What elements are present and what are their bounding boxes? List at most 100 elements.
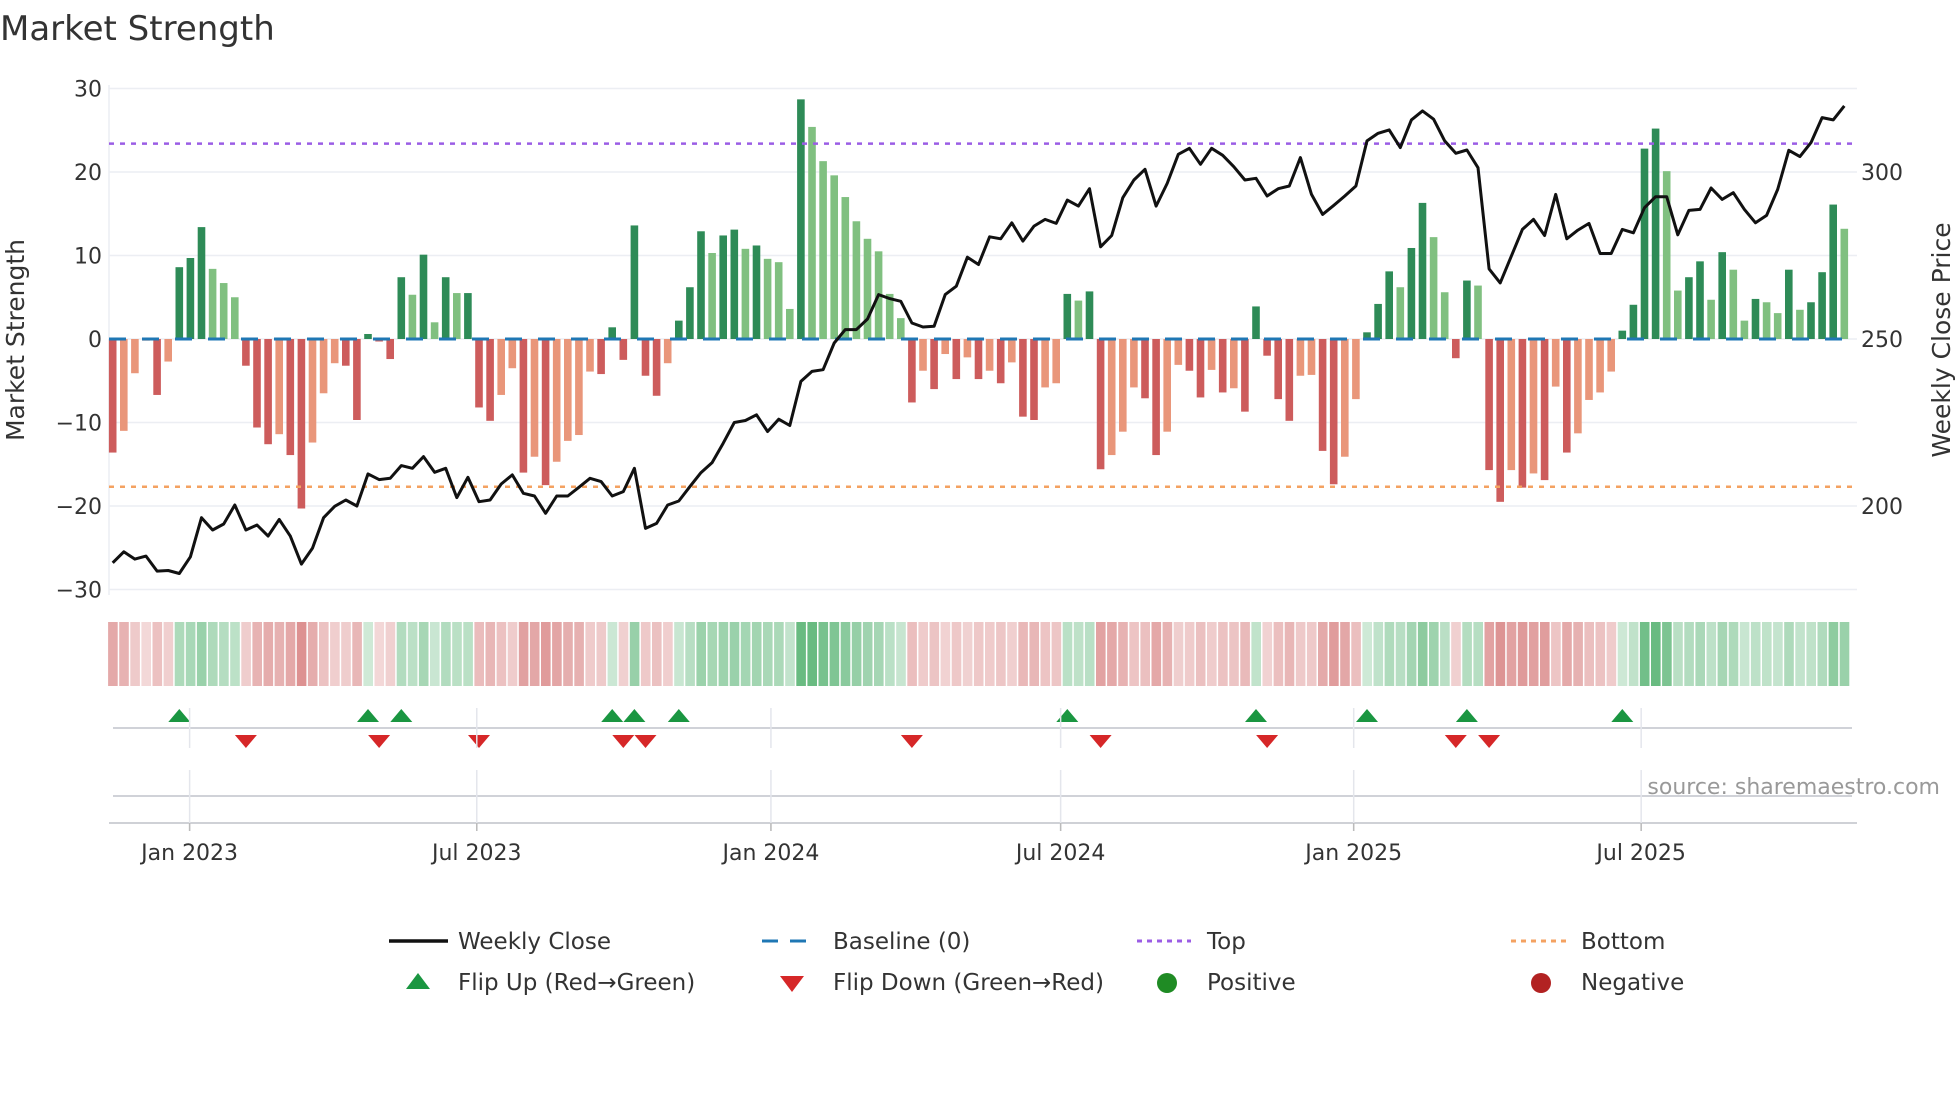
heatmap-cell [663, 622, 673, 686]
heatmap-cell [1639, 622, 1650, 686]
strength-bar [1119, 339, 1127, 432]
heatmap-cell [1306, 622, 1317, 686]
heatmap-cell [363, 622, 373, 686]
heatmap-cell [962, 622, 973, 686]
heatmap-cell [1251, 622, 1261, 686]
heatmap-cell [552, 622, 562, 686]
strength-bar [1074, 300, 1083, 339]
heatmap-cell [929, 622, 940, 686]
heatmap-cell [563, 622, 573, 686]
heatmap-cell [1406, 622, 1417, 686]
strength-bar [330, 339, 339, 364]
strength-bar [786, 308, 794, 339]
legend: Weekly Close Baseline (0) Top Bottom Fli… [389, 929, 1684, 996]
strength-bar [1241, 339, 1249, 412]
strength-bar [175, 267, 184, 339]
heatmap-cell [418, 622, 429, 686]
strength-bar [164, 339, 172, 362]
heatmap-cell [1695, 622, 1705, 686]
strength-bar [1174, 339, 1183, 365]
strength-bar [308, 339, 317, 443]
strength-bar [1141, 339, 1149, 399]
strength-bar [564, 339, 572, 441]
heatmap-cell [862, 622, 873, 686]
y2-tick-label: 200 [1861, 495, 1903, 520]
heatmap-cell [1284, 622, 1295, 686]
heatmap-cell [763, 622, 773, 686]
strength-bar [752, 245, 761, 339]
x-tick-label: Jan 2023 [139, 841, 238, 866]
flip-up-marker [667, 709, 690, 722]
heatmap-cell [785, 622, 795, 686]
strength-bar [1607, 339, 1615, 372]
strength-bar [342, 339, 350, 366]
strength-bar [1285, 339, 1294, 421]
x-tick-label: Jan 2024 [720, 841, 819, 866]
strength-bar [996, 339, 1005, 384]
heatmap-cell [1562, 622, 1572, 686]
strength-bar [1574, 339, 1582, 434]
heatmap-cell [1762, 622, 1772, 686]
strength-bar [153, 339, 161, 395]
heatmap-cell [751, 622, 762, 686]
heatmap-cell [1584, 622, 1594, 686]
heatmap-cell [430, 622, 440, 686]
strength-bar [719, 235, 727, 339]
flip-up-marker [623, 709, 646, 722]
heatmap-cell [330, 622, 340, 686]
heatmap-cell [1373, 622, 1384, 686]
strength-bar [1507, 339, 1516, 471]
y-axis-label: Market Strength [1, 239, 30, 441]
strength-bar [197, 227, 206, 339]
heatmap-cell [407, 622, 418, 686]
heatmap-cell [1517, 622, 1528, 686]
heatmap-cell [1462, 622, 1472, 686]
strength-bar [1773, 313, 1782, 339]
strength-bar [1307, 339, 1316, 375]
heatmap-cell [1806, 622, 1816, 686]
strength-bar [1829, 204, 1837, 339]
y-tick-label: 10 [74, 245, 102, 270]
heatmap-cell [1029, 622, 1039, 686]
heatmap-cell [851, 622, 862, 686]
heatmap-cell [1395, 622, 1406, 686]
heatmap-cell [1684, 622, 1694, 686]
strength-bar [630, 225, 639, 339]
flip-up-marker [601, 709, 624, 722]
flip-down-marker [1256, 735, 1279, 748]
strength-bar [1163, 339, 1171, 432]
y-tick-label: −10 [56, 412, 102, 437]
strength-bar [1496, 339, 1504, 502]
strength-bar [1807, 302, 1815, 339]
heatmap-cell [1007, 622, 1017, 686]
heatmap-cell [1750, 622, 1761, 686]
legend-flip-up: Flip Up (Red→Green) [458, 970, 695, 996]
heatmap-cell [241, 622, 251, 686]
strength-bar [1463, 280, 1471, 339]
strength-bar [108, 339, 117, 453]
heatmap-cell [896, 622, 906, 686]
flip-down-marker [368, 735, 391, 748]
right-y-axis-ticks: 300 250 200 [1861, 161, 1903, 520]
strength-bar [1651, 128, 1660, 339]
heatmap-cell [374, 622, 385, 686]
flip-up-marker [1056, 709, 1079, 722]
flip-down-marker [1089, 735, 1112, 748]
heatmap-cell [1795, 622, 1805, 686]
strength-bar [1751, 298, 1760, 339]
heatmap-cell [1118, 622, 1128, 686]
strength-bar [519, 339, 528, 473]
legend-baseline: Baseline (0) [833, 929, 970, 955]
heatmap-cell [185, 622, 196, 686]
flip-down-marker [634, 735, 657, 748]
heatmap-cell [1040, 622, 1051, 686]
heatmap-cell [818, 622, 829, 686]
strength-bar [475, 339, 483, 408]
heatmap-cell [485, 622, 496, 686]
heatmap-cell [208, 622, 218, 686]
heatmap-cell [1739, 622, 1750, 686]
heatmap-cell [352, 622, 362, 686]
strength-bar [774, 262, 783, 339]
heatmap-cell [341, 622, 351, 686]
x-tick-label: Jan 2025 [1303, 841, 1402, 866]
